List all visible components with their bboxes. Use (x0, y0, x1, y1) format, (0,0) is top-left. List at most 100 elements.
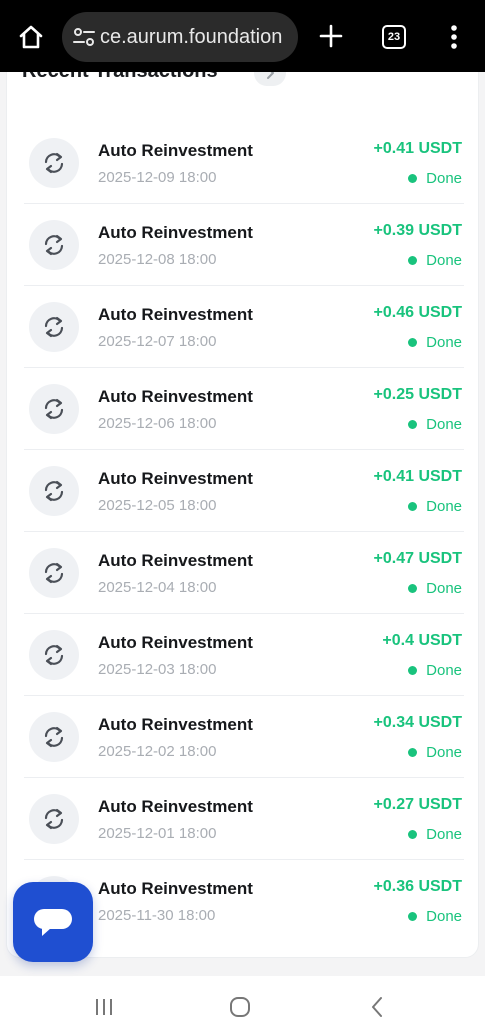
refresh-icon (44, 480, 64, 502)
transaction-status: Done (408, 334, 462, 351)
transaction-amount: +0.47 USDT (373, 550, 462, 567)
transaction-amount: +0.46 USDT (373, 304, 462, 321)
transaction-amount: +0.27 USDT (373, 796, 462, 813)
transaction-title: Auto Reinvestment (98, 305, 253, 324)
system-home-button[interactable] (225, 994, 255, 1020)
refresh-icon (44, 808, 64, 830)
transaction-status: Done (408, 416, 462, 433)
tab-count: 23 (387, 31, 401, 43)
transaction-date: 2025-12-04 18:00 (98, 579, 217, 596)
status-dot (408, 174, 418, 183)
chat-bubble-icon (34, 909, 72, 936)
transaction-amount: +0.41 USDT (373, 468, 462, 485)
browser-menu-button[interactable] (444, 22, 464, 52)
transaction-date: 2025-11-30 18:00 (98, 907, 216, 924)
transaction-date: 2025-12-01 18:00 (98, 825, 217, 842)
transaction-title: Auto Reinvestment (98, 469, 253, 488)
transaction-status: Done (408, 170, 462, 187)
status-label: Done (426, 252, 462, 269)
transaction-title: Auto Reinvestment (98, 141, 253, 160)
status-label: Done (426, 334, 462, 351)
transaction-row[interactable]: Auto Reinvestment 2025-12-02 18:00 +0.34 U… (24, 696, 464, 778)
address-bar[interactable]: ce.aurum.foundation (62, 12, 298, 62)
transaction-title: Auto Reinvestment (98, 633, 253, 652)
transaction-title: Auto Reinvestment (98, 797, 253, 816)
transaction-status: Done (408, 498, 462, 515)
transaction-status: Done (408, 826, 462, 843)
transaction-amount: +0.4 USDT (382, 632, 462, 649)
refresh-icon (44, 398, 64, 420)
home-icon (19, 25, 43, 49)
transaction-row[interactable]: Auto Reinvestment 2025-12-01 18:00 +0.27 U… (24, 778, 464, 860)
home-button[interactable] (14, 20, 48, 54)
transaction-icon-badge (29, 794, 79, 844)
transaction-amount: +0.39 USDT (373, 222, 462, 239)
status-label: Done (426, 170, 462, 187)
transaction-title: Auto Reinvestment (98, 387, 253, 406)
status-dot (408, 338, 418, 347)
refresh-icon (44, 562, 64, 584)
status-label: Done (426, 498, 462, 515)
status-dot (408, 584, 418, 593)
transaction-status: Done (408, 908, 462, 925)
back-button[interactable] (362, 994, 392, 1020)
transaction-amount: +0.25 USDT (373, 386, 462, 403)
recents-button[interactable] (89, 994, 119, 1020)
transaction-date: 2025-12-09 18:00 (98, 169, 217, 186)
status-label: Done (426, 662, 462, 679)
recents-icon (96, 999, 112, 1015)
transaction-date: 2025-12-03 18:00 (98, 661, 217, 678)
transaction-icon-badge (29, 548, 79, 598)
new-tab-button[interactable] (316, 20, 346, 52)
status-dot (408, 748, 418, 757)
refresh-icon (44, 316, 64, 338)
status-dot (408, 830, 418, 839)
transaction-row[interactable]: Auto Reinvestment 2025-12-04 18:00 +0.47 U… (24, 532, 464, 614)
status-label: Done (426, 416, 462, 433)
url-text: ce.aurum.foundation (100, 26, 283, 48)
system-nav-bar (0, 976, 485, 1036)
transaction-icon-badge (29, 466, 79, 516)
home-circle-icon (230, 997, 250, 1017)
transaction-icon-badge (29, 302, 79, 352)
plus-icon (319, 24, 343, 48)
tune-icon[interactable] (72, 26, 96, 48)
transaction-amount: +0.41 USDT (373, 140, 462, 157)
transaction-icon-badge (29, 138, 79, 188)
status-label: Done (426, 580, 462, 597)
more-vertical-icon (451, 25, 457, 49)
transaction-title: Auto Reinvestment (98, 551, 253, 570)
transaction-row[interactable]: Auto Reinvestment 2025-12-08 18:00 +0.39 U… (24, 204, 464, 286)
refresh-icon (44, 726, 64, 748)
transaction-row[interactable]: Auto Reinvestment 2025-12-09 18:00 +0.41 U… (24, 122, 464, 204)
transaction-icon-badge (29, 220, 79, 270)
status-label: Done (426, 908, 462, 925)
status-dot (408, 666, 418, 675)
transaction-row[interactable]: Auto Reinvestment 2025-12-05 18:00 +0.41 U… (24, 450, 464, 532)
transaction-row[interactable]: Auto Reinvestment 2025-12-03 18:00 +0.4 US… (24, 614, 464, 696)
refresh-icon (44, 234, 64, 256)
transaction-date: 2025-12-06 18:00 (98, 415, 217, 432)
transaction-list: Auto Reinvestment 2025-12-09 18:00 +0.41 U… (24, 122, 464, 942)
status-dot (408, 420, 418, 429)
transaction-status: Done (408, 580, 462, 597)
status-dot (408, 502, 418, 511)
transaction-date: 2025-12-08 18:00 (98, 251, 217, 268)
transaction-row[interactable]: Auto Reinvestment 2025-12-06 18:00 +0.25 U… (24, 368, 464, 450)
tab-switcher-button[interactable]: 23 (382, 25, 406, 49)
refresh-icon (44, 644, 64, 666)
chat-support-button[interactable] (13, 882, 93, 962)
transaction-icon-badge (29, 630, 79, 680)
back-icon (372, 997, 382, 1017)
transaction-row[interactable]: Auto Reinvestment 2025-12-07 18:00 +0.46 U… (24, 286, 464, 368)
status-label: Done (426, 826, 462, 843)
transaction-amount: +0.36 USDT (373, 878, 462, 895)
transaction-title: Auto Reinvestment (98, 879, 253, 898)
status-dot (408, 912, 418, 921)
transaction-date: 2025-12-02 18:00 (98, 743, 217, 760)
status-label: Done (426, 744, 462, 761)
transaction-date: 2025-12-07 18:00 (98, 333, 217, 350)
transaction-title: Auto Reinvestment (98, 223, 253, 242)
transaction-icon-badge (29, 712, 79, 762)
transaction-status: Done (408, 662, 462, 679)
